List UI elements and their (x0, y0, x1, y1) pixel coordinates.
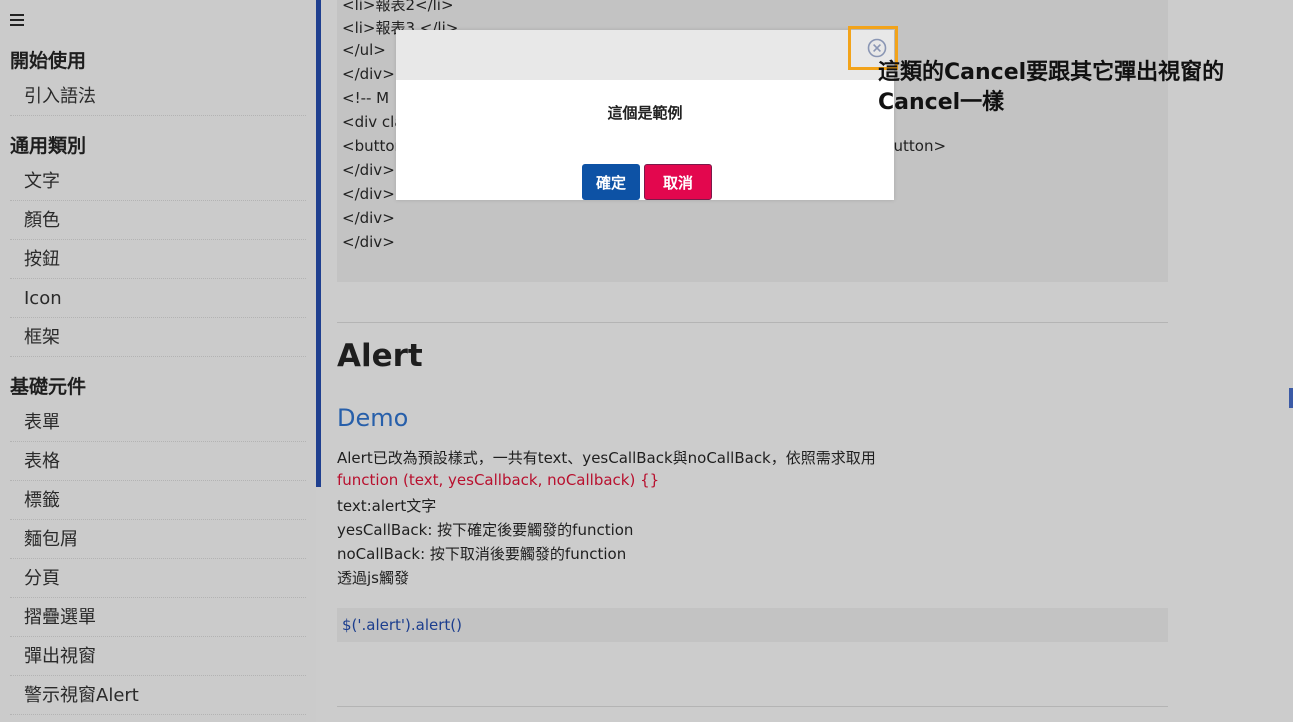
description-line: yesCallBack: 按下確定後要觸發的function (337, 521, 634, 539)
sidebar-item-tag[interactable]: 標籤 (10, 482, 306, 520)
code-line: <li>報表2</li> (342, 0, 454, 14)
sidebar-section-title: 通用類別 (10, 135, 87, 157)
cancel-button[interactable]: 取消 (644, 164, 712, 200)
code-line: <div cla (342, 113, 404, 131)
alert-modal: 這個是範例 確定 取消 (396, 30, 894, 200)
hamburger-menu-icon[interactable] (10, 12, 24, 28)
page-scroll-indicator[interactable] (1289, 388, 1293, 408)
sidebar-item-text[interactable]: 文字 (10, 163, 306, 201)
description-line: 透過js觸發 (337, 569, 409, 587)
sidebar-item-import[interactable]: 引入語法 (10, 78, 306, 116)
sidebar-item-frame[interactable]: 框架 (10, 319, 306, 357)
demo-heading: Demo (337, 404, 409, 432)
modal-message: 這個是範例 (607, 104, 683, 122)
sidebar-item-accordion[interactable]: 摺疊選單 (10, 599, 306, 637)
description-line: text:alert文字 (337, 497, 437, 515)
section-divider (337, 706, 1168, 707)
code-line: </div> (342, 233, 395, 251)
sidebar-item-modal[interactable]: 彈出視窗 (10, 638, 306, 676)
sidebar-item-colors[interactable]: 顏色 (10, 202, 306, 240)
sidebar-section-title: 基礎元件 (10, 376, 87, 398)
sidebar-item-buttons[interactable]: 按鈕 (10, 241, 306, 279)
annotation-note: 這類的Cancel要跟其它彈出視窗的Cancel一樣 (878, 60, 1225, 115)
code-line: </div> (342, 161, 395, 179)
code-line: </div> (342, 209, 395, 227)
function-signature: function (text, yesCallback, noCallback)… (337, 471, 660, 489)
code-line: </div> (342, 65, 395, 83)
sidebar-item-form[interactable]: 表單 (10, 404, 306, 442)
sidebar: 開始使用 引入語法 通用類別 文字 顏色 按鈕 Icon 框架 基礎元件 表單 … (0, 0, 316, 722)
section-divider (337, 322, 1168, 323)
code-snippet: $('.alert').alert() (342, 616, 463, 634)
sidebar-scroll-indicator[interactable] (316, 0, 321, 487)
sidebar-item-breadcrumb[interactable]: 麵包屑 (10, 521, 306, 559)
code-line: <!-- M (342, 89, 390, 107)
description-line: noCallBack: 按下取消後要觸發的function (337, 545, 627, 563)
sidebar-item-pagination[interactable]: 分頁 (10, 560, 306, 598)
code-line: </ul> (342, 41, 386, 59)
description-line: Alert已改為預設樣式，一共有text、yesCallBack與noCallB… (337, 449, 876, 467)
sidebar-item-alert[interactable]: 警示視窗Alert (10, 677, 306, 715)
code-line: <buttor (342, 137, 401, 155)
code-line: </div> (342, 185, 395, 203)
section-title: Alert (337, 338, 423, 374)
sidebar-item-table[interactable]: 表格 (10, 443, 306, 481)
sidebar-item-icon[interactable]: Icon (10, 280, 306, 318)
sidebar-section-title: 開始使用 (10, 50, 87, 72)
modal-header (396, 30, 894, 80)
confirm-button[interactable]: 確定 (582, 164, 640, 200)
